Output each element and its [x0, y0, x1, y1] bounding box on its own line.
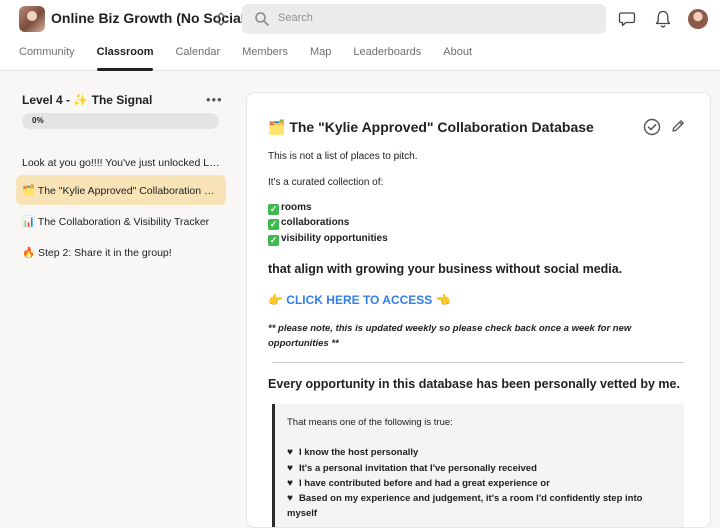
check-item-label: collaborations — [281, 217, 350, 228]
quote-item-text: I have contributed before and had a grea… — [299, 478, 550, 489]
check-item: ✓ visibility opportunities — [268, 233, 388, 246]
quote-item-text: Based on my experience and judgement, it… — [287, 493, 643, 519]
quote-list-item: ♥ It's a personal invitation that I've pe… — [287, 461, 657, 476]
quote-list-item: ♥ Based on my experience and judgement, i… — [287, 491, 657, 521]
check-item-label: rooms — [281, 202, 312, 213]
top-header: Online Biz Growth (No Social) Search Com… — [0, 0, 720, 71]
lesson-item-active[interactable]: 🗂️ The "Kylie Approved" Collaboration Da… — [16, 175, 226, 205]
quote-list-item: ♥ I have contributed before and had a gre… — [287, 476, 657, 491]
checkmark-icon: ✓ — [268, 235, 279, 246]
black-heart-icon: ♥ — [287, 478, 293, 489]
check-item: ✓ collaborations — [268, 217, 349, 230]
search-icon — [255, 12, 269, 26]
quote-item-text: It's a personal invitation that I've per… — [299, 463, 537, 474]
divider — [272, 362, 684, 363]
checkmark-icon: ✓ — [268, 219, 279, 230]
edit-pencil-icon[interactable] — [670, 118, 686, 134]
lesson-content-card: 🗂️ The "Kylie Approved" Collaboration Da… — [246, 92, 711, 528]
nav-tabs: Community Classroom Calendar Members Map… — [19, 46, 494, 71]
module-title[interactable]: Level 4 - ✨ The Signal — [22, 93, 152, 107]
check-item-label: visibility opportunities — [281, 233, 388, 244]
tab-members[interactable]: Members — [242, 46, 288, 71]
search-placeholder: Search — [278, 12, 313, 24]
intro-text: This is not a list of places to pitch. — [268, 151, 418, 162]
search-input[interactable]: Search — [242, 4, 606, 34]
user-avatar[interactable] — [688, 9, 708, 29]
quote-item-text: I know the host personally — [299, 447, 419, 458]
tab-community[interactable]: Community — [19, 46, 75, 71]
blockquote: That means one of the following is true:… — [272, 404, 684, 527]
more-options-icon[interactable]: ••• — [206, 92, 223, 107]
course-sidebar: Level 4 - ✨ The Signal ••• 0% Look at yo… — [0, 72, 236, 528]
progress-bar: 0% — [22, 113, 219, 129]
vetted-heading: Every opportunity in this database has b… — [268, 377, 680, 391]
quote-intro: That means one of the following is true: — [287, 417, 453, 428]
quote-list-item: ♥ I know the host personally — [287, 445, 657, 460]
update-note: ** please note, this is updated weekly s… — [268, 323, 632, 349]
tab-map[interactable]: Map — [310, 46, 331, 71]
check-item: ✓ rooms — [268, 202, 312, 215]
group-logo[interactable] — [19, 6, 45, 32]
bell-icon[interactable] — [654, 9, 672, 29]
intro-text: It's a curated collection of: — [268, 177, 384, 188]
tab-calendar[interactable]: Calendar — [175, 46, 220, 71]
mark-complete-icon[interactable] — [643, 118, 661, 136]
align-statement: that align with growing your business wi… — [268, 262, 623, 276]
checkmark-icon: ✓ — [268, 204, 279, 215]
black-heart-icon: ♥ — [287, 463, 293, 474]
tab-about[interactable]: About — [443, 46, 472, 71]
lesson-item[interactable]: 📊 The Collaboration & Visibility Tracker — [16, 206, 226, 236]
black-heart-icon: ♥ — [287, 447, 293, 458]
lesson-item[interactable]: 🔥 Step 2: Share it in the group! — [16, 237, 226, 267]
chevron-updown-icon[interactable] — [214, 9, 228, 29]
chat-icon[interactable] — [618, 10, 636, 28]
tab-classroom[interactable]: Classroom — [96, 46, 153, 71]
black-heart-icon: ♥ — [287, 493, 293, 504]
access-link[interactable]: 👉 CLICK HERE TO ACCESS 👈 — [268, 293, 451, 307]
lesson-title: 🗂️ The "Kylie Approved" Collaboration Da… — [268, 119, 594, 135]
progress-text: 0% — [32, 116, 44, 125]
tab-leaderboards[interactable]: Leaderboards — [353, 46, 421, 71]
lesson-item[interactable]: Look at you go!!!! You've just unlocked … — [16, 148, 226, 178]
